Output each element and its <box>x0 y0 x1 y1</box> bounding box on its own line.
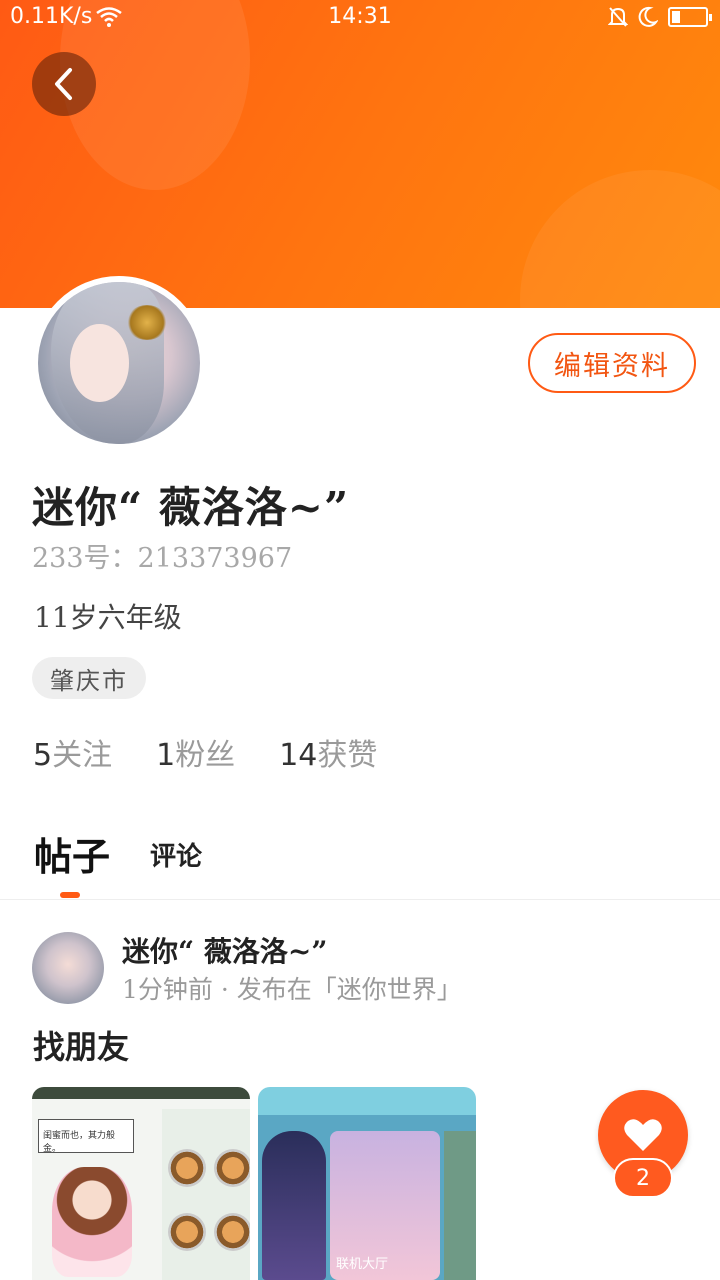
user-id: 233号：213373967 <box>32 543 293 574</box>
stat-label: 获赞 <box>317 738 378 773</box>
moon-icon <box>638 6 658 27</box>
stat-number: 5 <box>33 738 53 773</box>
image-badge <box>168 1149 206 1187</box>
stat-likes[interactable]: 14获赞 <box>279 730 377 774</box>
tab-active-indicator <box>60 892 80 898</box>
tab-posts[interactable]: 帖子 <box>34 826 110 881</box>
stat-following[interactable]: 5关注 <box>33 730 112 774</box>
bell-off-icon <box>608 7 628 27</box>
stat-number: 1 <box>156 738 176 773</box>
image-badge <box>214 1149 250 1187</box>
location-tag: 肇庆市 <box>32 657 146 699</box>
avatar-face <box>70 324 129 402</box>
age-grade: 11岁六年级 <box>34 601 182 634</box>
profile-banner <box>0 0 720 308</box>
stat-number: 14 <box>279 738 318 773</box>
image-panel <box>162 1109 250 1280</box>
heart-icon <box>624 1119 662 1151</box>
stat-followers[interactable]: 1粉丝 <box>156 730 235 774</box>
image-character <box>262 1131 326 1280</box>
image-caption: 闺蜜而也，其力般金。 <box>38 1119 134 1154</box>
like-count-badge: 2 <box>613 1158 673 1198</box>
post-author-name[interactable]: 迷你“ 薇洛洛~” <box>122 930 327 970</box>
image-badge <box>214 1213 250 1251</box>
post-card[interactable]: 迷你“ 薇洛洛~” 1分钟前 · 发布在「迷你世界」 找朋友 闺蜜而也，其力般金… <box>0 900 720 1280</box>
status-bar: 0.11K/s 14:31 <box>0 0 720 36</box>
post-image-2[interactable]: 联机大厅 <box>258 1087 476 1280</box>
image-badge <box>168 1213 206 1251</box>
banner-decoration <box>520 170 720 308</box>
username: 迷你“ 薇洛洛~” <box>32 483 350 532</box>
image-character <box>52 1167 132 1277</box>
post-image-1[interactable]: 闺蜜而也，其力般金。 <box>32 1087 250 1280</box>
tab-comments[interactable]: 评论 <box>150 836 202 873</box>
post-meta: 1分钟前 · 发布在「迷你世界」 <box>122 975 462 1004</box>
stat-label: 关注 <box>52 738 113 773</box>
image-caption: 联机大厅 <box>336 1257 389 1272</box>
back-button[interactable] <box>32 52 96 116</box>
avatar-hair-ornament <box>125 304 168 341</box>
avatar-image <box>38 282 200 444</box>
battery-icon <box>668 7 712 27</box>
image-panel <box>444 1131 476 1280</box>
post-author-avatar[interactable] <box>32 932 104 1004</box>
stat-label: 粉丝 <box>175 738 236 773</box>
post-title[interactable]: 找朋友 <box>33 1022 129 1068</box>
profile-avatar[interactable] <box>32 276 206 450</box>
profile-stats: 5关注 1粉丝 14获赞 <box>33 730 377 774</box>
chevron-left-icon <box>55 68 72 100</box>
edit-profile-button[interactable]: 编辑资料 <box>528 333 696 393</box>
